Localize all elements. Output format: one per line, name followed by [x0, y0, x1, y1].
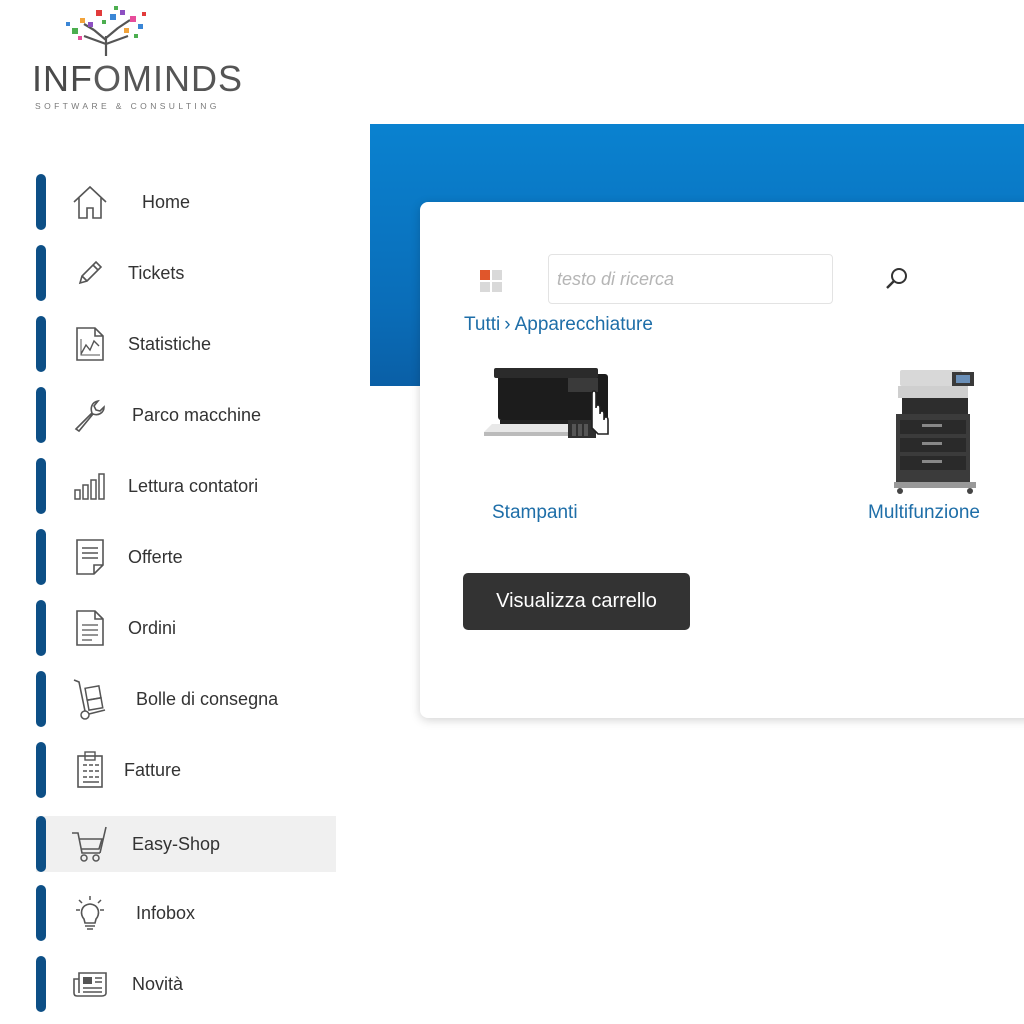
wrench-icon	[70, 395, 110, 435]
multifunction-printer-icon	[894, 370, 976, 494]
infominds-logo[interactable]: INFOMINDS SOFTWARE & CONSULTING	[32, 6, 252, 116]
nav-indicator	[36, 316, 46, 372]
chart-document-icon	[70, 324, 110, 364]
shop-card: Tutti›Apparecchiature Stampanti	[420, 202, 1024, 718]
sidebar-item-tickets[interactable]: Tickets	[36, 245, 336, 301]
sidebar-item-label: Fatture	[124, 760, 182, 780]
sidebar-item-label: Infobox	[136, 903, 196, 923]
sidebar-item-label: Home	[142, 192, 191, 212]
category-grid-icon[interactable]	[480, 270, 502, 292]
nav-indicator	[36, 387, 46, 443]
nav-indicator	[36, 458, 46, 514]
sidebar-item-home[interactable]: Home	[36, 174, 336, 230]
breadcrumb: Tutti › Apparecchiature	[464, 314, 653, 336]
sidebar-item-label: Tickets	[128, 263, 185, 283]
sidebar-item-statistiche[interactable]: Statistiche	[36, 316, 336, 372]
view-cart-button[interactable]: Visualizza carrello	[463, 573, 690, 630]
sidebar-item-fatture[interactable]: Fatture	[36, 742, 336, 798]
nav-indicator	[36, 956, 46, 1012]
sidebar-item-label: Offerte	[128, 547, 183, 567]
sidebar-item-offerte[interactable]: Offerte	[36, 529, 336, 585]
tree-logo-icon	[66, 6, 146, 56]
product-name: Multifunzione	[868, 502, 980, 523]
list-document-icon	[70, 608, 110, 648]
sidebar-item-easy-shop[interactable]: Easy-Shop	[36, 816, 336, 872]
breadcrumb-root-link[interactable]: Tutti	[464, 314, 500, 335]
logo-tagline: SOFTWARE & CONSULTING	[35, 101, 220, 111]
sidebar-item-parco-macchine[interactable]: Parco macchine	[36, 387, 336, 443]
invoice-icon	[70, 750, 110, 790]
sidebar-item-novita[interactable]: Novità	[36, 956, 336, 1012]
bar-chart-icon	[70, 466, 110, 506]
sidebar-item-infobox[interactable]: Infobox	[36, 885, 336, 941]
nav-indicator	[36, 742, 46, 798]
product-name: Stampanti	[492, 502, 578, 523]
breadcrumb-separator: ›	[504, 314, 511, 335]
hand-truck-icon	[70, 679, 110, 720]
newspaper-icon	[70, 964, 110, 1004]
sidebar-item-label: Bolle di consegna	[136, 689, 279, 709]
nav-indicator	[36, 174, 46, 230]
breadcrumb-current[interactable]: Apparecchiature	[515, 314, 653, 335]
sidebar-nav: Home Tickets Statistiche Parco macchine …	[0, 140, 360, 1024]
nav-indicator	[36, 816, 46, 872]
nav-indicator	[36, 671, 46, 727]
search-input[interactable]	[548, 254, 833, 304]
sidebar-item-label: Ordini	[128, 618, 177, 638]
logo-wordmark: INFOMINDS	[32, 58, 244, 99]
nav-indicator	[36, 529, 46, 585]
pencil-icon	[70, 253, 110, 293]
nav-indicator	[36, 600, 46, 656]
product-tile-multifunzione[interactable]: Multifunzione	[866, 362, 1024, 532]
sidebar-item-label: Novità	[132, 974, 184, 994]
nav-indicator	[36, 245, 46, 301]
nav-indicator	[36, 885, 46, 941]
sidebar-item-lettura-contatori[interactable]: Lettura contatori	[36, 458, 336, 514]
lightbulb-icon	[70, 893, 110, 933]
printer-icon	[484, 368, 609, 438]
sidebar-item-label: Lettura contatori	[128, 476, 259, 496]
sidebar-item-bolle-di-consegna[interactable]: Bolle di consegna	[36, 671, 336, 727]
header: INFOMINDS SOFTWARE & CONSULTING	[0, 0, 1024, 124]
sidebar-item-label: Easy-Shop	[132, 834, 221, 854]
sidebar-item-label: Statistiche	[128, 334, 212, 354]
document-icon	[70, 537, 110, 577]
home-icon	[70, 182, 110, 222]
sidebar-item-ordini[interactable]: Ordini	[36, 600, 336, 656]
search-icon[interactable]	[882, 264, 912, 294]
cart-icon	[70, 824, 110, 864]
sidebar-item-label: Parco macchine	[132, 405, 262, 425]
product-tile-stampanti[interactable]: Stampanti	[476, 362, 616, 532]
